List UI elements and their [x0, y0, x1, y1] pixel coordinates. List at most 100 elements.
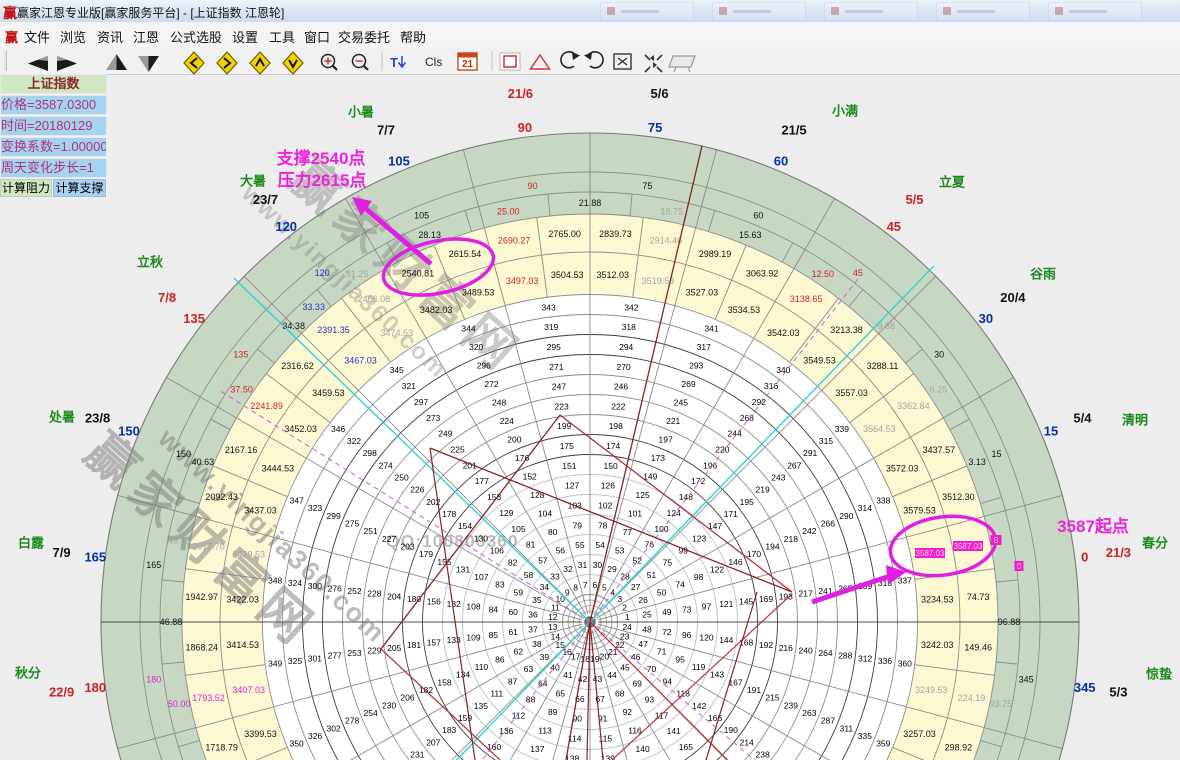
svg-text:228: 228 [367, 589, 381, 599]
svg-text:3587.03: 3587.03 [916, 549, 945, 558]
svg-text:32: 32 [563, 564, 573, 574]
svg-text:88: 88 [526, 694, 536, 704]
svg-text:60: 60 [508, 607, 518, 617]
svg-text:87: 87 [508, 676, 518, 686]
svg-text:22/9: 22/9 [49, 684, 74, 699]
svg-text:49: 49 [662, 607, 672, 617]
svg-text:137: 137 [530, 744, 544, 754]
svg-text:81: 81 [526, 540, 536, 550]
svg-text:2914.46: 2914.46 [650, 236, 683, 246]
svg-text:130: 130 [474, 533, 488, 543]
svg-text:2391.35: 2391.35 [317, 325, 350, 335]
svg-text:150: 150 [604, 461, 618, 471]
svg-text:80: 80 [548, 527, 558, 537]
svg-text:43.75: 43.75 [168, 536, 191, 546]
svg-text:90: 90 [518, 120, 532, 135]
svg-text:165: 165 [146, 560, 161, 570]
svg-text:5/6: 5/6 [651, 86, 669, 101]
svg-text:3444.53: 3444.53 [262, 463, 295, 473]
svg-text:300: 300 [308, 581, 322, 591]
svg-text:246: 246 [614, 382, 628, 392]
svg-text:45: 45 [887, 219, 901, 234]
svg-text:56: 56 [556, 546, 566, 556]
svg-text:133: 133 [447, 635, 461, 645]
svg-text:295: 295 [547, 342, 561, 352]
svg-text:5/3: 5/3 [1109, 684, 1127, 699]
svg-text:248: 248 [492, 398, 506, 408]
svg-text:264: 264 [818, 648, 832, 658]
svg-text:3489.53: 3489.53 [462, 288, 495, 298]
svg-text:2989.19: 2989.19 [699, 249, 732, 259]
svg-text:321: 321 [402, 381, 416, 391]
svg-text:6: 6 [593, 580, 598, 590]
svg-text:70: 70 [647, 664, 657, 674]
svg-text:3459.53: 3459.53 [312, 388, 345, 398]
svg-text:274: 274 [379, 460, 393, 470]
svg-text:180: 180 [84, 680, 106, 695]
svg-text:146: 146 [728, 557, 742, 567]
svg-text:325: 325 [288, 656, 302, 666]
svg-text:0: 0 [1081, 550, 1088, 565]
svg-text:288: 288 [838, 651, 852, 661]
svg-text:219: 219 [756, 485, 770, 495]
svg-text:25.00: 25.00 [497, 206, 520, 216]
svg-text:35: 35 [532, 595, 542, 605]
svg-text:341: 341 [704, 324, 718, 334]
svg-text:120: 120 [315, 268, 330, 278]
svg-text:322: 322 [347, 436, 361, 446]
svg-text:68: 68 [615, 689, 625, 699]
svg-text:276: 276 [328, 583, 342, 593]
svg-text:183: 183 [442, 725, 456, 735]
svg-text:177: 177 [475, 476, 489, 486]
svg-text:175: 175 [560, 441, 574, 451]
svg-text:293: 293 [689, 361, 703, 371]
svg-text:112: 112 [512, 710, 526, 720]
svg-text:135: 135 [183, 311, 205, 326]
svg-text:21/5: 21/5 [781, 122, 806, 137]
svg-text:30: 30 [979, 311, 993, 326]
svg-text:3422.03: 3422.03 [226, 595, 259, 605]
svg-text:3504.53: 3504.53 [551, 270, 584, 280]
svg-text:3257.03: 3257.03 [903, 729, 936, 739]
svg-text:33: 33 [550, 571, 560, 581]
svg-text:57: 57 [538, 556, 548, 566]
svg-text:15: 15 [991, 449, 1001, 459]
svg-text:1793.52: 1793.52 [192, 693, 225, 703]
svg-text:302: 302 [327, 723, 341, 733]
svg-text:170: 170 [747, 549, 761, 559]
svg-text:秋分: 秋分 [15, 666, 41, 681]
svg-text:275: 275 [345, 519, 359, 529]
svg-text:324: 324 [288, 578, 302, 588]
svg-text:3534.53: 3534.53 [728, 305, 761, 315]
svg-text:3512.30: 3512.30 [942, 492, 975, 502]
svg-text:239: 239 [784, 700, 798, 710]
svg-text:226: 226 [410, 485, 424, 495]
svg-text:100: 100 [654, 524, 668, 534]
svg-text:54: 54 [595, 540, 605, 550]
svg-text:301: 301 [308, 653, 322, 663]
svg-text:323: 323 [308, 503, 322, 513]
svg-text:131: 131 [456, 564, 470, 574]
svg-text:45: 45 [620, 663, 630, 673]
svg-text:76: 76 [645, 540, 655, 550]
svg-text:65: 65 [556, 689, 566, 699]
svg-text:263: 263 [802, 708, 816, 718]
svg-text:132: 132 [447, 599, 461, 609]
svg-text:75: 75 [648, 120, 662, 135]
svg-text:41: 41 [563, 670, 573, 680]
svg-text:1868.24: 1868.24 [186, 643, 219, 653]
svg-text:270: 270 [617, 362, 631, 372]
svg-text:205: 205 [387, 643, 401, 653]
svg-text:195: 195 [740, 497, 754, 507]
svg-text:7: 7 [583, 580, 588, 590]
svg-text:3.13: 3.13 [968, 457, 986, 467]
svg-text:345: 345 [1074, 680, 1096, 695]
svg-text:122: 122 [710, 564, 724, 574]
svg-text:3063.92: 3063.92 [746, 268, 779, 278]
svg-text:62: 62 [514, 647, 524, 657]
svg-text:111: 111 [490, 689, 503, 699]
svg-text:181: 181 [407, 640, 421, 650]
svg-text:126: 126 [601, 481, 615, 491]
svg-text:349: 349 [268, 659, 282, 669]
svg-text:61: 61 [508, 627, 518, 637]
